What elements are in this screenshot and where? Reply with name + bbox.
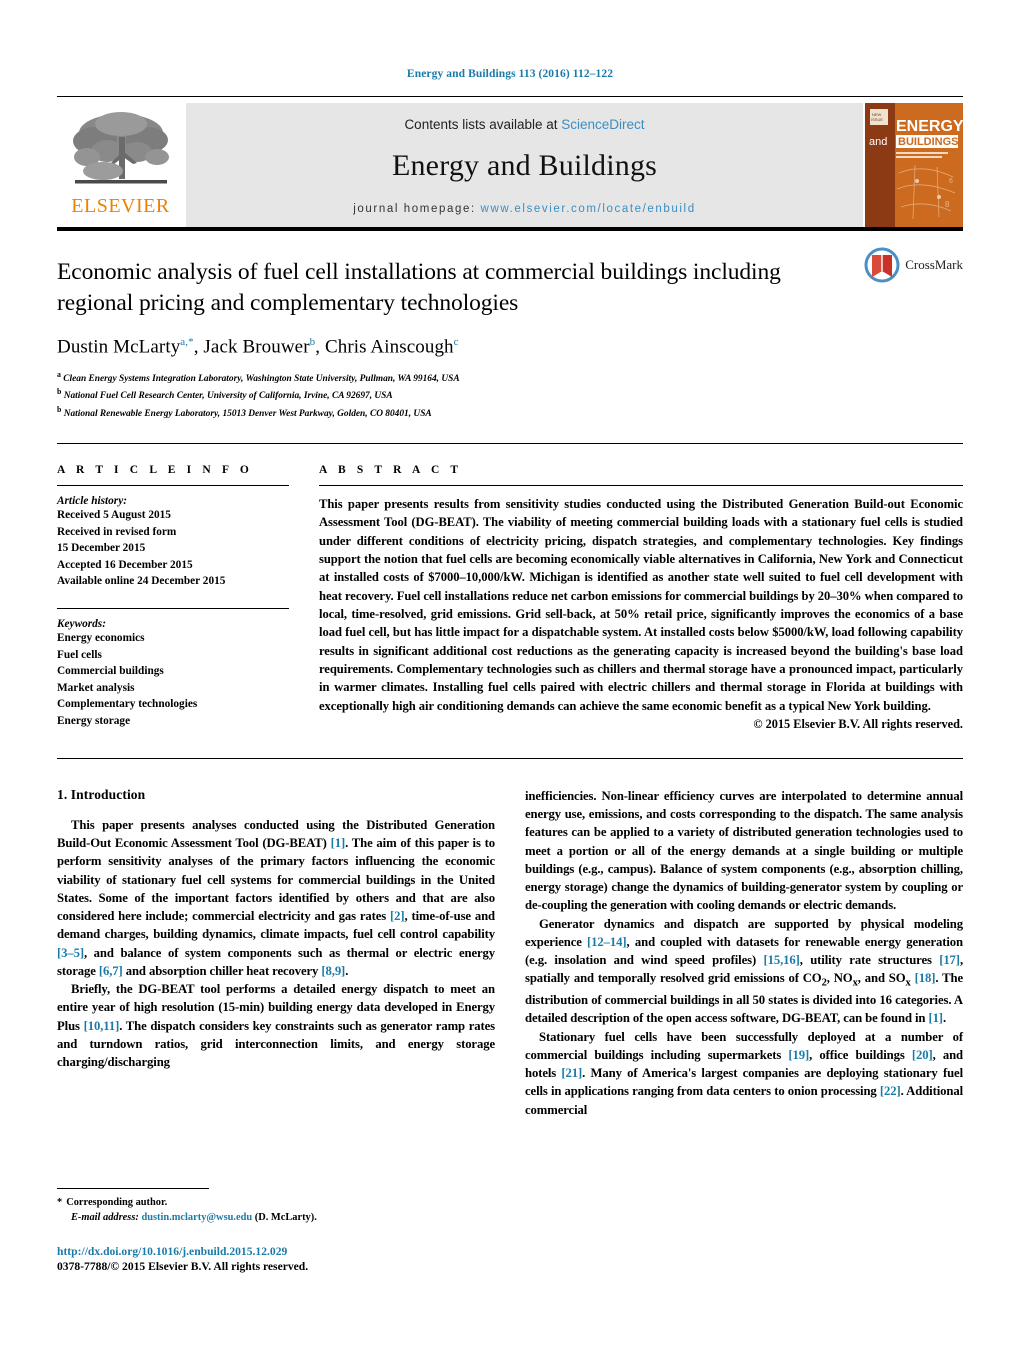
journal-cover-image: NEW ISSUE and ENERGY BUILDINGS 6 8 [865, 103, 964, 227]
crossmark-label: CrossMark [905, 257, 963, 272]
email-suffix: (D. McLarty). [254, 1211, 317, 1223]
paragraph: This paper presents analyses conducted u… [57, 817, 496, 978]
article-history-item: 15 December 2015 [57, 542, 146, 555]
keyword-item: Market analysis [57, 681, 135, 694]
doi-block: http://dx.doi.org/10.1016/j.enbuild.2015… [57, 1245, 482, 1273]
keywords-label: Keywords: [57, 618, 106, 631]
homepage-prefix: journal homepage: [353, 203, 481, 215]
elsevier-wordmark: ELSEVIER [71, 195, 170, 217]
body-columns: 1. Introduction This paper presents anal… [57, 787, 963, 1119]
keywords-list: Energy economics Fuel cells Commercial bui… [57, 630, 289, 730]
contents-available-line: Contents lists available at ScienceDirec… [186, 117, 863, 132]
svg-text:BUILDINGS: BUILDINGS [898, 136, 959, 148]
abstract-column: A B S T R A C T This paper presents resu… [315, 464, 963, 732]
article-history-item: Received 5 August 2015 [57, 509, 171, 522]
svg-text:and: and [869, 136, 887, 148]
crossmark-icon [864, 247, 900, 283]
affiliation-list: a Clean Energy Systems Integration Labor… [57, 369, 963, 421]
paragraph: Generator dynamics and dispatch are supp… [525, 916, 964, 1026]
doi-link[interactable]: http://dx.doi.org/10.1016/j.enbuild.2015… [57, 1245, 482, 1258]
abstract-heading: A B S T R A C T [319, 464, 463, 477]
info-top-rule [57, 443, 963, 445]
keyword-item: Commercial buildings [57, 665, 164, 678]
article-history-label: Article history: [57, 495, 127, 508]
keyword-item: Fuel cells [57, 648, 102, 661]
body-column-right: inefficiencies. Non-linear efficiency cu… [525, 787, 963, 1119]
svg-text:ENERGY: ENERGY [896, 118, 963, 135]
info-abstract-region: A R T I C L E I N F O Article history: R… [57, 464, 963, 732]
article-info-column: A R T I C L E I N F O Article history: R… [57, 464, 315, 732]
header-divider [57, 96, 963, 97]
corresponding-author-note: * Corresponding author. [57, 1195, 482, 1210]
journal-masthead: ELSEVIER Contents lists available at Sci… [57, 103, 964, 227]
page-title: Economic analysis of fuel cell installat… [57, 259, 781, 317]
sciencedirect-link[interactable]: ScienceDirect [561, 117, 644, 132]
keyword-item: Energy economics [57, 632, 145, 645]
article-history-item: Received in revised form [57, 525, 177, 538]
intro-right-paragraphs: inefficiencies. Non-linear efficiency cu… [525, 787, 963, 1119]
contents-prefix: Contents lists available at [404, 117, 562, 132]
email-label: E-mail address: [71, 1211, 139, 1223]
section-heading-introduction: 1. Introduction [57, 786, 146, 802]
svg-text:8: 8 [945, 200, 950, 209]
elsevier-tree-icon [72, 112, 169, 184]
paragraph: Stationary fuel cells have been successf… [525, 1029, 963, 1117]
article-info-heading: A R T I C L E I N F O [57, 464, 253, 477]
paragraph: inefficiencies. Non-linear efficiency cu… [525, 788, 963, 913]
issn-copyright-line: 0378-7788/© 2015 Elsevier B.V. All right… [57, 1260, 309, 1273]
journal-homepage-link[interactable]: www.elsevier.com/locate/enbuild [481, 203, 696, 215]
affiliation-item: a Clean Energy Systems Integration Labor… [57, 369, 460, 384]
corresponding-author-label: Corresponding author. [66, 1196, 168, 1208]
journal-title: Energy and Buildings [391, 149, 658, 182]
email-link[interactable]: dustin.mclarty@wsu.edu [141, 1212, 252, 1223]
affiliation-item: b National Fuel Cell Research Center, Un… [57, 387, 393, 402]
article-history-item: Accepted 16 December 2015 [57, 558, 193, 571]
abstract-rule [319, 485, 963, 487]
elsevier-logo: ELSEVIER [57, 103, 184, 227]
paragraph: Briefly, the DG-BEAT tool performs a det… [57, 982, 495, 1070]
journal-cover-thumbnail: NEW ISSUE and ENERGY BUILDINGS 6 8 [865, 103, 964, 227]
corresponding-star: * [57, 1196, 63, 1208]
crossmark-badge[interactable]: CrossMark [864, 247, 963, 283]
body-column-left: 1. Introduction This paper presents anal… [57, 787, 495, 1119]
abstract-copyright: © 2015 Elsevier B.V. All rights reserved… [753, 716, 963, 731]
abstract-text: This paper presents results from sensiti… [319, 497, 963, 713]
paper-page: Energy and Buildings 113 (2016) 112–122 [0, 0, 1020, 1351]
article-info-rule [57, 485, 289, 487]
article-history-item: Available online 24 December 2015 [57, 575, 226, 588]
intro-left-paragraphs: This paper presents analyses conducted u… [57, 816, 495, 1072]
affiliation-item: b National Renewable Energy Laboratory, … [57, 404, 432, 419]
author-list: Dustin McLartya,*, Jack Brouwerb, Chris … [57, 335, 459, 357]
keyword-item: Energy storage [57, 715, 131, 728]
masthead-center: Contents lists available at ScienceDirec… [186, 103, 863, 227]
svg-text:ISSUE: ISSUE [871, 117, 883, 122]
title-block: CrossMark Economic analysis of fuel cell… [57, 231, 963, 421]
abstract-bottom-rule [57, 757, 963, 759]
article-history-list: Received 5 August 2015 Received in revise… [57, 507, 289, 590]
keywords-block: Keywords: Energy economics Fuel cells Comm… [57, 608, 289, 730]
footnote-rule [57, 1187, 209, 1189]
keywords-rule [57, 608, 289, 610]
email-note: E-mail address: dustin.mclarty@wsu.edu (… [57, 1210, 482, 1225]
page-footer: * Corresponding author. E-mail address: d… [57, 1187, 482, 1273]
journal-homepage-line: journal homepage: www.elsevier.com/locat… [186, 203, 863, 215]
running-head: Energy and Buildings 113 (2016) 112–122 [406, 68, 614, 80]
svg-text:6: 6 [949, 178, 953, 185]
keyword-item: Complementary technologies [57, 698, 198, 711]
